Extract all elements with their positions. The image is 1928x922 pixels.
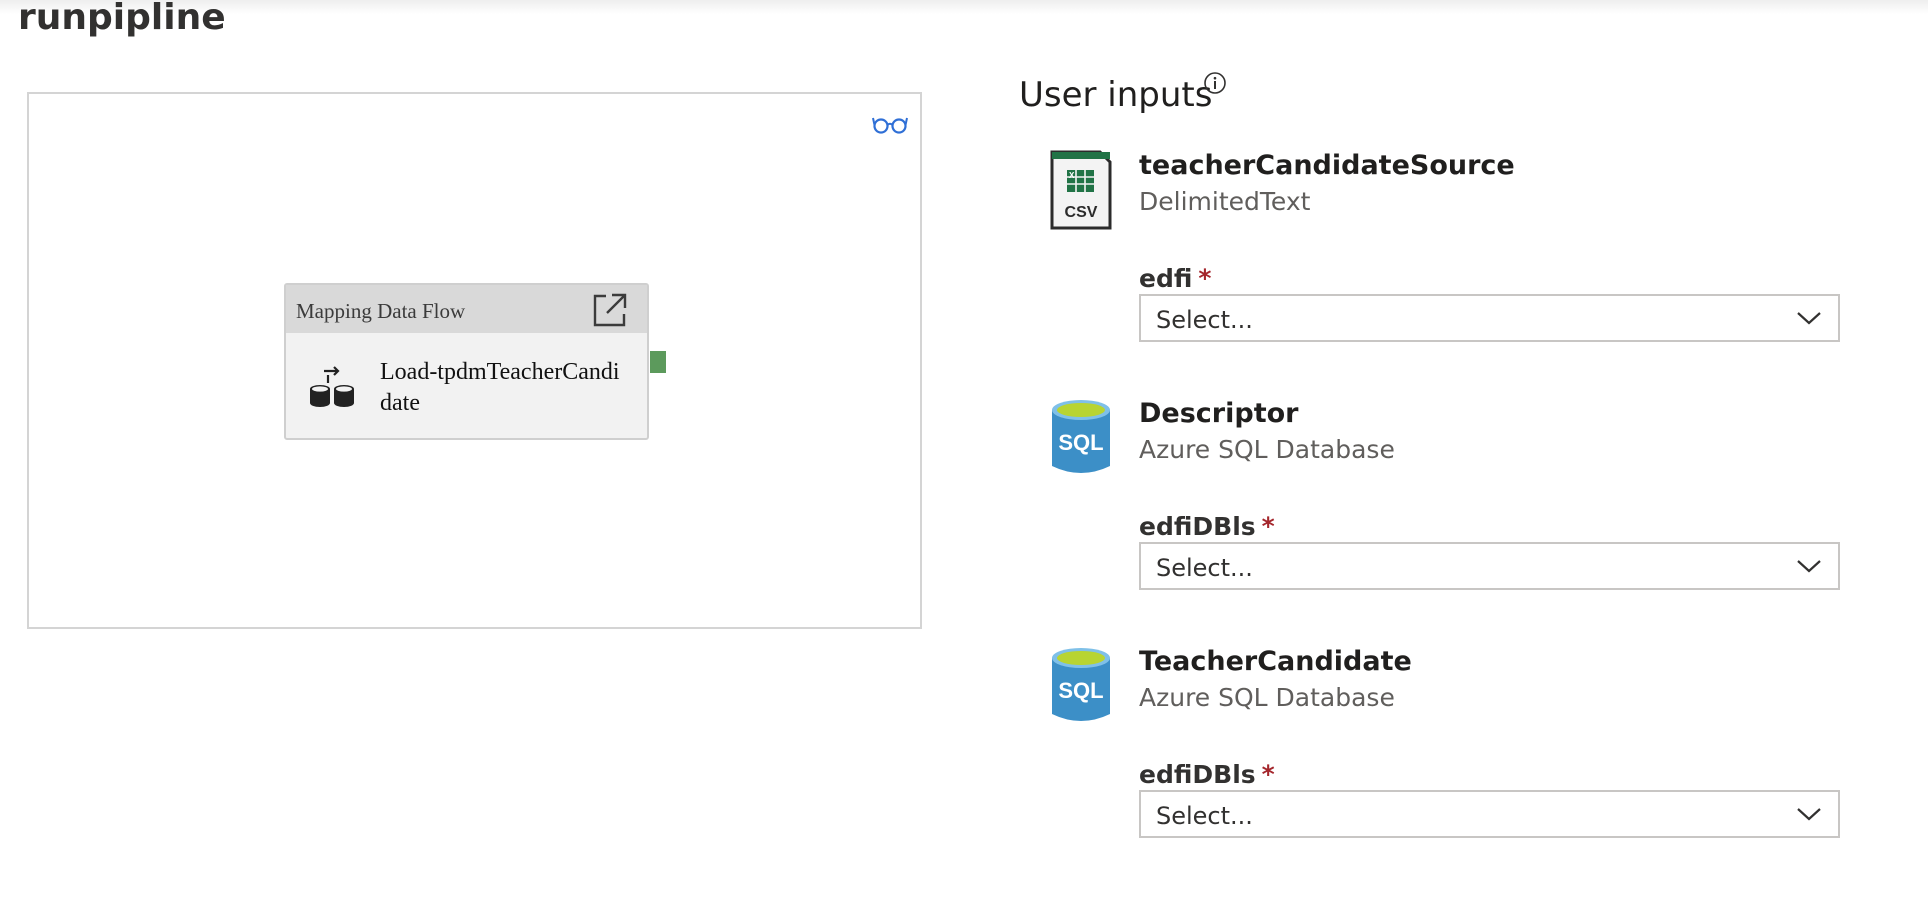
required-mark: * bbox=[1261, 760, 1275, 789]
source-type: Azure SQL Database bbox=[1139, 435, 1395, 464]
svg-text:X: X bbox=[1069, 171, 1075, 180]
activity-header: Mapping Data Flow bbox=[286, 285, 647, 333]
dropdown-value: Select... bbox=[1156, 554, 1253, 582]
field-label: edfi * bbox=[1139, 264, 1211, 293]
activity-node[interactable]: Mapping Data Flow Load-tpdmTeacherCandid… bbox=[284, 283, 649, 440]
dataflow-icon bbox=[310, 366, 354, 407]
svg-text:SQL: SQL bbox=[1058, 678, 1103, 703]
csv-file-icon: X CSV bbox=[1050, 150, 1112, 230]
field-label: edfiDBls * bbox=[1139, 512, 1275, 541]
linked-service-dropdown[interactable]: Select... bbox=[1139, 542, 1840, 590]
source-name: TeacherCandidate bbox=[1139, 646, 1412, 677]
source-type: Azure SQL Database bbox=[1139, 683, 1395, 712]
svg-text:CSV: CSV bbox=[1065, 204, 1098, 221]
linked-service-dropdown[interactable]: Select... bbox=[1139, 294, 1840, 342]
sql-database-icon: SQL bbox=[1052, 400, 1110, 473]
activity-type-label: Mapping Data Flow bbox=[296, 299, 466, 323]
source-item: SQL TeacherCandidate Azure SQL Database … bbox=[1050, 646, 1850, 846]
required-mark: * bbox=[1261, 512, 1275, 541]
source-item: X CSV teacherCandidateSource DelimitedTe… bbox=[1050, 150, 1850, 350]
source-type: DelimitedText bbox=[1139, 187, 1311, 216]
required-mark: * bbox=[1198, 264, 1212, 293]
dropdown-value: Select... bbox=[1156, 802, 1253, 830]
top-shadow bbox=[0, 0, 1928, 14]
svg-text:SQL: SQL bbox=[1058, 430, 1103, 455]
activity-output-port[interactable] bbox=[650, 351, 666, 373]
open-external-icon[interactable] bbox=[592, 292, 628, 328]
glasses-icon[interactable] bbox=[872, 114, 908, 134]
chevron-down-icon bbox=[1797, 808, 1821, 821]
field-label-text: edfiDBls bbox=[1139, 512, 1256, 541]
field-label-text: edfi bbox=[1139, 264, 1193, 293]
field-label-text: edfiDBls bbox=[1139, 760, 1256, 789]
source-name: teacherCandidateSource bbox=[1139, 150, 1515, 181]
dropdown-value: Select... bbox=[1156, 306, 1253, 334]
sql-database-icon: SQL bbox=[1052, 648, 1110, 721]
source-name: Descriptor bbox=[1139, 398, 1299, 429]
linked-service-dropdown[interactable]: Select... bbox=[1139, 790, 1840, 838]
info-icon[interactable] bbox=[1203, 71, 1227, 95]
chevron-down-icon bbox=[1797, 312, 1821, 325]
chevron-down-icon bbox=[1797, 560, 1821, 573]
field-label: edfiDBls * bbox=[1139, 760, 1275, 789]
user-inputs-title: User inputs bbox=[1019, 75, 1213, 115]
page-title: runpipline bbox=[18, 0, 226, 38]
activity-name: Load-tpdmTeacherCandidate bbox=[380, 359, 620, 416]
source-item: SQL Descriptor Azure SQL Database edfiDB… bbox=[1050, 398, 1850, 598]
